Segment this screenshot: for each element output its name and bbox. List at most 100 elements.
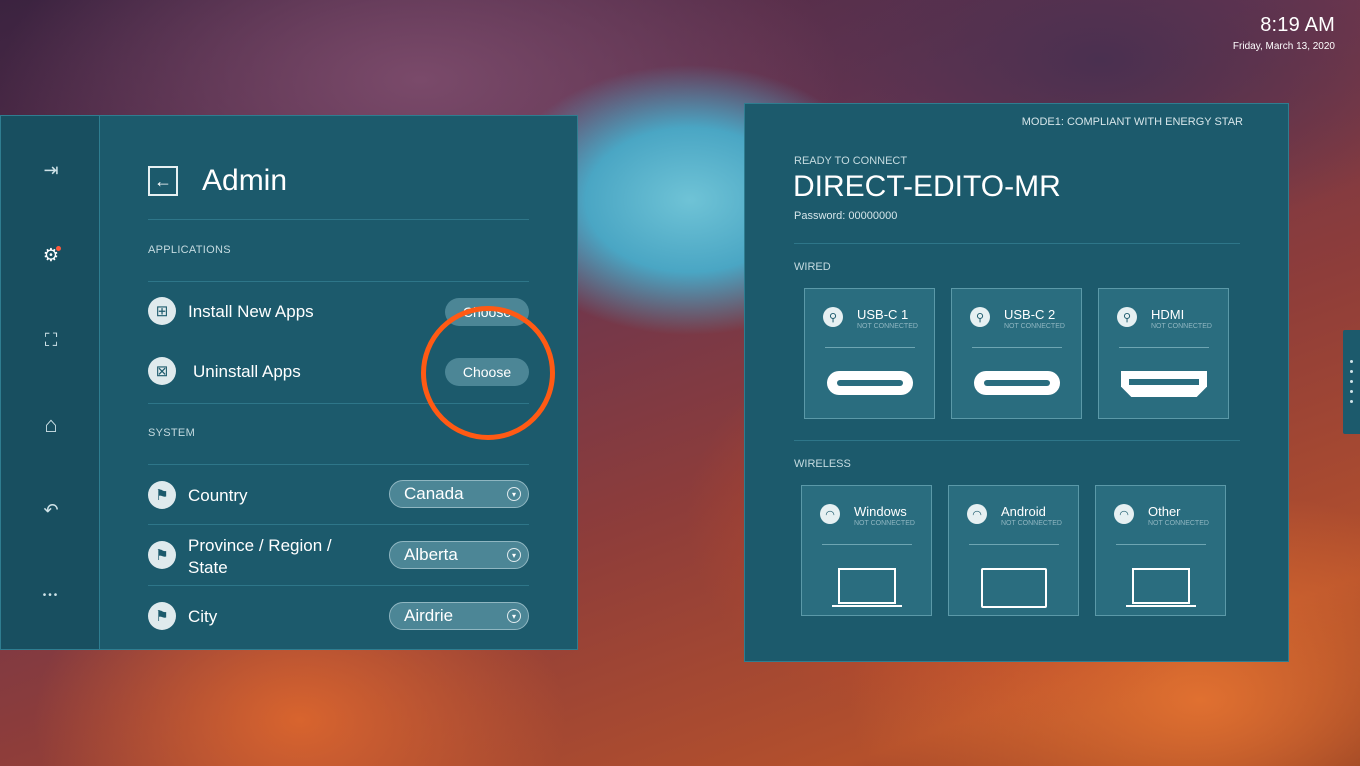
device-name: DIRECT-EDITO-MR — [793, 170, 1061, 203]
tile-status: NOT CONNECTED — [854, 520, 915, 527]
laptop-icon — [1132, 568, 1190, 604]
home-icon[interactable]: ⌂ — [39, 412, 63, 437]
chevron-down-icon: ▾ — [507, 487, 521, 501]
mode-text: MODE1: COMPLIANT WITH ENERGY STAR — [1021, 116, 1243, 128]
city-value: Airdrie — [404, 606, 454, 625]
city-select[interactable]: Airdrie ▾ — [389, 602, 529, 630]
password-text: Password: 00000000 — [794, 210, 898, 222]
install-choose-button[interactable]: Choose — [445, 298, 529, 326]
handle-dot — [1350, 390, 1353, 393]
wired-section-label: WIRED — [794, 261, 831, 273]
connect-panel: MODE1: COMPLIANT WITH ENERGY STAR READY … — [744, 103, 1289, 662]
divider — [972, 347, 1062, 348]
flag-icon: ⚑ — [148, 481, 176, 509]
tile-name: Other — [1148, 504, 1181, 519]
wifi-icon: ◠ — [1114, 504, 1134, 524]
chevron-down-icon: ▾ — [507, 548, 521, 562]
install-apps-label: Install New Apps — [188, 302, 314, 321]
grid-icon: ⊞ — [148, 297, 176, 325]
wired-tile-usbc2[interactable]: ⚲ USB-C 2 NOT CONNECTED — [951, 288, 1082, 419]
back-button[interactable]: ← — [148, 166, 178, 196]
wireless-tile-other[interactable]: ◠ Other NOT CONNECTED — [1095, 485, 1226, 616]
province-value: Alberta — [404, 545, 458, 564]
city-label: City — [188, 607, 218, 626]
tile-name: USB-C 1 — [857, 307, 909, 322]
admin-panel: ⇥ ⚙ ⛶ ⌂ ↶ ••• ← Admin APPLICATIONS ⊞ Ins… — [0, 115, 578, 650]
uninstall-apps-row: ⊠ Uninstall Apps Choose — [148, 344, 529, 400]
undo-icon[interactable]: ↶ — [39, 498, 63, 522]
page-title: Admin — [202, 164, 288, 197]
divider — [148, 585, 529, 586]
flag-icon: ⚑ — [148, 541, 176, 569]
admin-header: ← Admin — [148, 164, 287, 198]
wifi-icon: ◠ — [820, 504, 840, 524]
divider — [1116, 544, 1206, 545]
tile-status: NOT CONNECTED — [1004, 323, 1065, 330]
city-row: ⚑ City Airdrie ▾ — [148, 588, 529, 644]
laptop-icon — [838, 568, 896, 604]
wired-tile-hdmi[interactable]: ⚲ HDMI NOT CONNECTED — [1098, 288, 1229, 419]
country-label: Country — [188, 486, 248, 505]
wireless-tile-windows[interactable]: ◠ Windows NOT CONNECTED — [801, 485, 932, 616]
tile-name: Windows — [854, 504, 907, 519]
laptop-base — [1126, 605, 1196, 607]
usbc-port-icon — [827, 371, 913, 395]
clock: 8:19 AM Friday, March 13, 2020 — [1233, 14, 1335, 52]
laptop-base — [832, 605, 902, 607]
country-row: ⚑ Country Canada ▾ — [148, 467, 529, 523]
system-section-label: SYSTEM — [148, 427, 196, 439]
tile-status: NOT CONNECTED — [857, 323, 918, 330]
side-drawer-handle[interactable] — [1343, 330, 1360, 434]
tile-name: USB-C 2 — [1004, 307, 1056, 322]
divider — [148, 403, 529, 404]
divider — [148, 464, 529, 465]
province-label: Province / Region / State — [188, 536, 332, 577]
wireless-tile-android[interactable]: ◠ Android NOT CONNECTED — [948, 485, 1079, 616]
country-select[interactable]: Canada ▾ — [389, 480, 529, 508]
divider — [822, 544, 912, 545]
plug-icon: ⚲ — [970, 307, 990, 327]
divider — [794, 440, 1240, 441]
more-icon[interactable]: ••• — [39, 583, 63, 607]
ready-label: READY TO CONNECT — [794, 155, 908, 167]
wired-tile-usbc1[interactable]: ⚲ USB-C 1 NOT CONNECTED — [804, 288, 935, 419]
divider — [148, 219, 529, 220]
plug-icon: ⚲ — [1117, 307, 1137, 327]
divider — [794, 243, 1240, 244]
applications-section-label: APPLICATIONS — [148, 244, 231, 256]
hdmi-port-icon — [1121, 371, 1207, 397]
tile-name: HDMI — [1151, 307, 1185, 322]
country-value: Canada — [404, 484, 464, 503]
scan-icon[interactable]: ⛶ — [39, 328, 63, 352]
tile-status: NOT CONNECTED — [1001, 520, 1062, 527]
handle-dot — [1350, 400, 1353, 403]
tile-status: NOT CONNECTED — [1151, 323, 1212, 330]
uninstall-icon: ⊠ — [148, 357, 176, 385]
province-row: ⚑ Province / Region / State Alberta ▾ — [148, 527, 529, 583]
tablet-icon — [981, 568, 1047, 608]
install-apps-row: ⊞ Install New Apps Choose — [148, 284, 529, 340]
wireless-section-label: WIRELESS — [794, 458, 851, 470]
province-select[interactable]: Alberta ▾ — [389, 541, 529, 569]
handle-dot — [1350, 360, 1353, 363]
side-rail: ⇥ ⚙ ⛶ ⌂ ↶ ••• — [1, 116, 100, 649]
tile-name: Android — [1001, 504, 1046, 519]
plug-icon: ⚲ — [823, 307, 843, 327]
divider — [1119, 347, 1209, 348]
wifi-icon: ◠ — [967, 504, 987, 524]
divider — [148, 281, 529, 282]
divider — [148, 524, 529, 525]
tile-status: NOT CONNECTED — [1148, 520, 1209, 527]
clock-date: Friday, March 13, 2020 — [1232, 41, 1335, 52]
usbc-port-icon — [974, 371, 1060, 395]
uninstall-apps-label: Uninstall Apps — [193, 362, 301, 381]
notification-dot — [56, 246, 61, 251]
clock-time: 8:19 AM — [1260, 14, 1335, 36]
divider — [969, 544, 1059, 545]
handle-dot — [1350, 380, 1353, 383]
exit-icon[interactable]: ⇥ — [39, 158, 63, 182]
chevron-down-icon: ▾ — [507, 609, 521, 623]
uninstall-choose-button[interactable]: Choose — [445, 358, 529, 386]
flag-icon: ⚑ — [148, 602, 176, 630]
handle-dot — [1350, 370, 1353, 373]
